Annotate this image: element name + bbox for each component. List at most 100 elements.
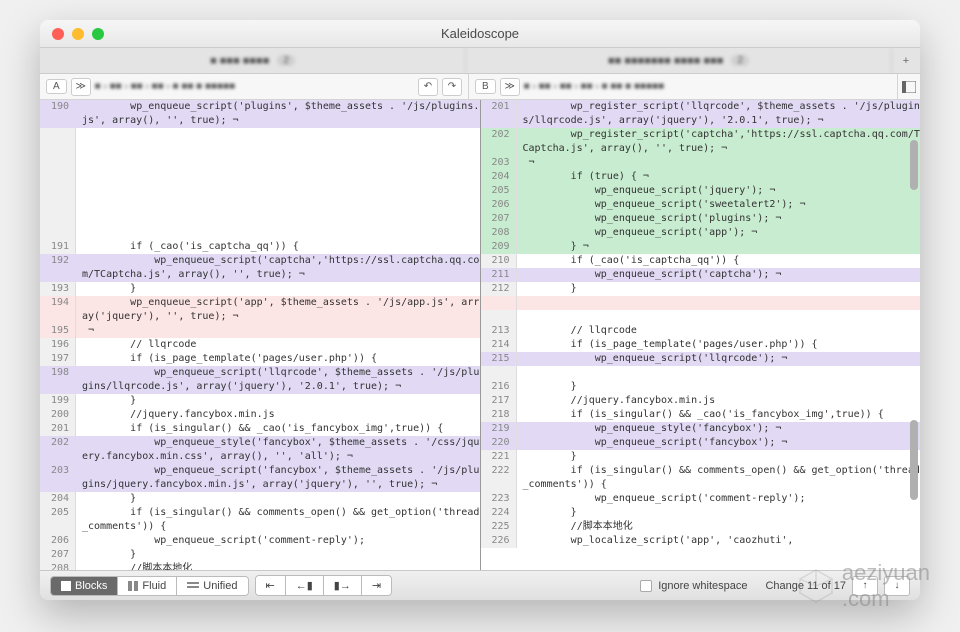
code-row[interactable]: 225 //脚本本地化 xyxy=(481,520,921,534)
scrollbar[interactable] xyxy=(910,100,918,570)
close-button[interactable] xyxy=(52,28,64,40)
unified-mode-button[interactable]: Unified xyxy=(177,577,247,595)
code-row[interactable]: 205 if (is_singular() && comments_open()… xyxy=(40,506,480,534)
code-row[interactable] xyxy=(40,212,480,226)
code-row[interactable] xyxy=(40,128,480,142)
nav-prev-a[interactable]: ↶ xyxy=(418,78,438,96)
code-text: wp_enqueue_script('captcha'); ¬ xyxy=(517,268,921,282)
code-row[interactable] xyxy=(40,156,480,170)
code-row[interactable]: 196 // llqrcode xyxy=(40,338,480,352)
code-row[interactable]: 202 wp_enqueue_style('fancybox', $theme_… xyxy=(40,436,480,464)
code-row[interactable]: 226 wp_localize_script('app', 'caozhuti'… xyxy=(481,534,921,548)
code-row[interactable]: 209 } ¬ xyxy=(481,240,921,254)
line-number: 206 xyxy=(40,534,76,548)
code-row[interactable]: 204 if (true) { ¬ xyxy=(481,170,921,184)
code-row[interactable] xyxy=(40,170,480,184)
ignore-whitespace-checkbox[interactable] xyxy=(640,580,652,592)
code-row[interactable]: 207 wp_enqueue_script('plugins'); ¬ xyxy=(481,212,921,226)
code-row[interactable]: 198 wp_enqueue_script('llqrcode', $theme… xyxy=(40,366,480,394)
zoom-button[interactable] xyxy=(92,28,104,40)
code-row[interactable]: 212 } xyxy=(481,282,921,296)
minimize-button[interactable] xyxy=(72,28,84,40)
code-row[interactable]: 193 } xyxy=(40,282,480,296)
code-row[interactable]: 224 } xyxy=(481,506,921,520)
code-row[interactable]: 195 ¬ xyxy=(40,324,480,338)
code-row[interactable] xyxy=(40,226,480,240)
code-row[interactable] xyxy=(40,142,480,156)
merge-left-all-button[interactable]: ⇤ xyxy=(256,576,286,595)
code-row[interactable]: 201 if (is_singular() && _cao('is_fancyb… xyxy=(40,422,480,436)
code-row[interactable]: 206 wp_enqueue_script('comment-reply'); xyxy=(40,534,480,548)
line-number: 224 xyxy=(481,506,517,520)
merge-right-all-button[interactable]: ⇥ xyxy=(362,576,391,595)
code-row[interactable]: 208 wp_enqueue_script('app'); ¬ xyxy=(481,226,921,240)
line-number: 199 xyxy=(40,394,76,408)
code-row[interactable]: 192 wp_enqueue_script('captcha','https:/… xyxy=(40,254,480,282)
file-tab-right[interactable]: ■■ ■■■■■■■ ■■■■ ■■■2 xyxy=(466,48,892,73)
left-pane[interactable]: 190 wp_enqueue_script('plugins', $theme_… xyxy=(40,100,481,570)
code-row[interactable]: 219 wp_enqueue_style('fancybox'); ¬ xyxy=(481,422,921,436)
code-row[interactable]: 213 // llqrcode xyxy=(481,324,921,338)
line-number: 196 xyxy=(40,338,76,352)
sidebar-toggle[interactable] xyxy=(898,74,920,99)
new-tab-button[interactable]: + xyxy=(892,48,920,73)
code-row[interactable] xyxy=(481,310,921,324)
line-number: 206 xyxy=(481,198,517,212)
breadcrumb-a[interactable]: ■ › ■■ › ■■ › ■■ › ■ ■■ ■ ■■■■■ xyxy=(95,81,414,92)
merge-left-button[interactable]: ←▮ xyxy=(286,576,324,595)
fluid-mode-button[interactable]: Fluid xyxy=(118,577,177,595)
code-row[interactable]: 207 } xyxy=(40,548,480,562)
expand-a-button[interactable]: ≫ xyxy=(71,78,91,96)
scroll-thumb[interactable] xyxy=(910,140,918,190)
code-text: } xyxy=(76,548,480,562)
code-row[interactable]: 203 ¬ xyxy=(481,156,921,170)
code-row[interactable]: 206 wp_enqueue_script('sweetalert2'); ¬ xyxy=(481,198,921,212)
unified-icon xyxy=(187,581,199,591)
code-row[interactable] xyxy=(40,184,480,198)
code-row[interactable]: 216 } xyxy=(481,380,921,394)
nav-next-a[interactable]: ↷ xyxy=(442,78,462,96)
line-number: 209 xyxy=(481,240,517,254)
tabbar: ■ ■■■ ■■■■2 ■■ ■■■■■■■ ■■■■ ■■■2 + xyxy=(40,48,920,74)
code-row[interactable]: 200 //jquery.fancybox.min.js xyxy=(40,408,480,422)
blocks-icon xyxy=(61,581,71,591)
code-row[interactable]: 191 if (_cao('is_captcha_qq')) { xyxy=(40,240,480,254)
code-row[interactable]: 222 if (is_singular() && comments_open()… xyxy=(481,464,921,492)
code-row[interactable]: 205 wp_enqueue_script('jquery'); ¬ xyxy=(481,184,921,198)
breadcrumb-b[interactable]: ■ › ■■ › ■■ › ■■ › ■ ■■ ■ ■■■■■ xyxy=(524,81,891,92)
code-row[interactable] xyxy=(40,198,480,212)
merge-right-button[interactable]: ▮→ xyxy=(324,576,362,595)
blocks-mode-button[interactable]: Blocks xyxy=(51,577,118,595)
code-row[interactable]: 199 } xyxy=(40,394,480,408)
line-number: 197 xyxy=(40,352,76,366)
code-text: wp_enqueue_script('llqrcode', $theme_ass… xyxy=(76,366,480,394)
code-row[interactable]: 208 //脚本本地化 xyxy=(40,562,480,570)
code-row[interactable]: 214 if (is_page_template('pages/user.php… xyxy=(481,338,921,352)
scroll-thumb[interactable] xyxy=(910,420,918,500)
code-row[interactable]: 215 wp_enqueue_script('llqrcode'); ¬ xyxy=(481,352,921,366)
code-row[interactable] xyxy=(481,366,921,380)
code-text xyxy=(76,212,480,226)
code-row[interactable] xyxy=(481,296,921,310)
code-row[interactable]: 194 wp_enqueue_script('app', $theme_asse… xyxy=(40,296,480,324)
code-row[interactable]: 197 if (is_page_template('pages/user.php… xyxy=(40,352,480,366)
right-pane[interactable]: 201 wp_register_script('llqrcode', $them… xyxy=(481,100,921,570)
code-row[interactable]: 210 if (_cao('is_captcha_qq')) { xyxy=(481,254,921,268)
code-row[interactable]: 203 wp_enqueue_script('fancybox', $theme… xyxy=(40,464,480,492)
code-text xyxy=(76,184,480,198)
code-row[interactable]: 201 wp_register_script('llqrcode', $them… xyxy=(481,100,921,128)
code-text: if (is_page_template('pages/user.php')) … xyxy=(76,352,480,366)
code-row[interactable]: 218 if (is_singular() && _cao('is_fancyb… xyxy=(481,408,921,422)
code-row[interactable]: 220 wp_enqueue_script('fancybox'); ¬ xyxy=(481,436,921,450)
code-row[interactable]: 204 } xyxy=(40,492,480,506)
code-row[interactable]: 221 } xyxy=(481,450,921,464)
code-row[interactable]: 202 wp_register_script('captcha','https:… xyxy=(481,128,921,156)
code-row[interactable]: 211 wp_enqueue_script('captcha'); ¬ xyxy=(481,268,921,282)
file-tab-left[interactable]: ■ ■■■ ■■■■2 xyxy=(40,48,466,73)
code-row[interactable]: 190 wp_enqueue_script('plugins', $theme_… xyxy=(40,100,480,128)
expand-b-button[interactable]: ≫ xyxy=(500,78,520,96)
watermark: aeziyuan .com xyxy=(796,560,930,612)
code-row[interactable]: 223 wp_enqueue_script('comment-reply'); xyxy=(481,492,921,506)
line-number: 194 xyxy=(40,296,76,324)
code-row[interactable]: 217 //jquery.fancybox.min.js xyxy=(481,394,921,408)
